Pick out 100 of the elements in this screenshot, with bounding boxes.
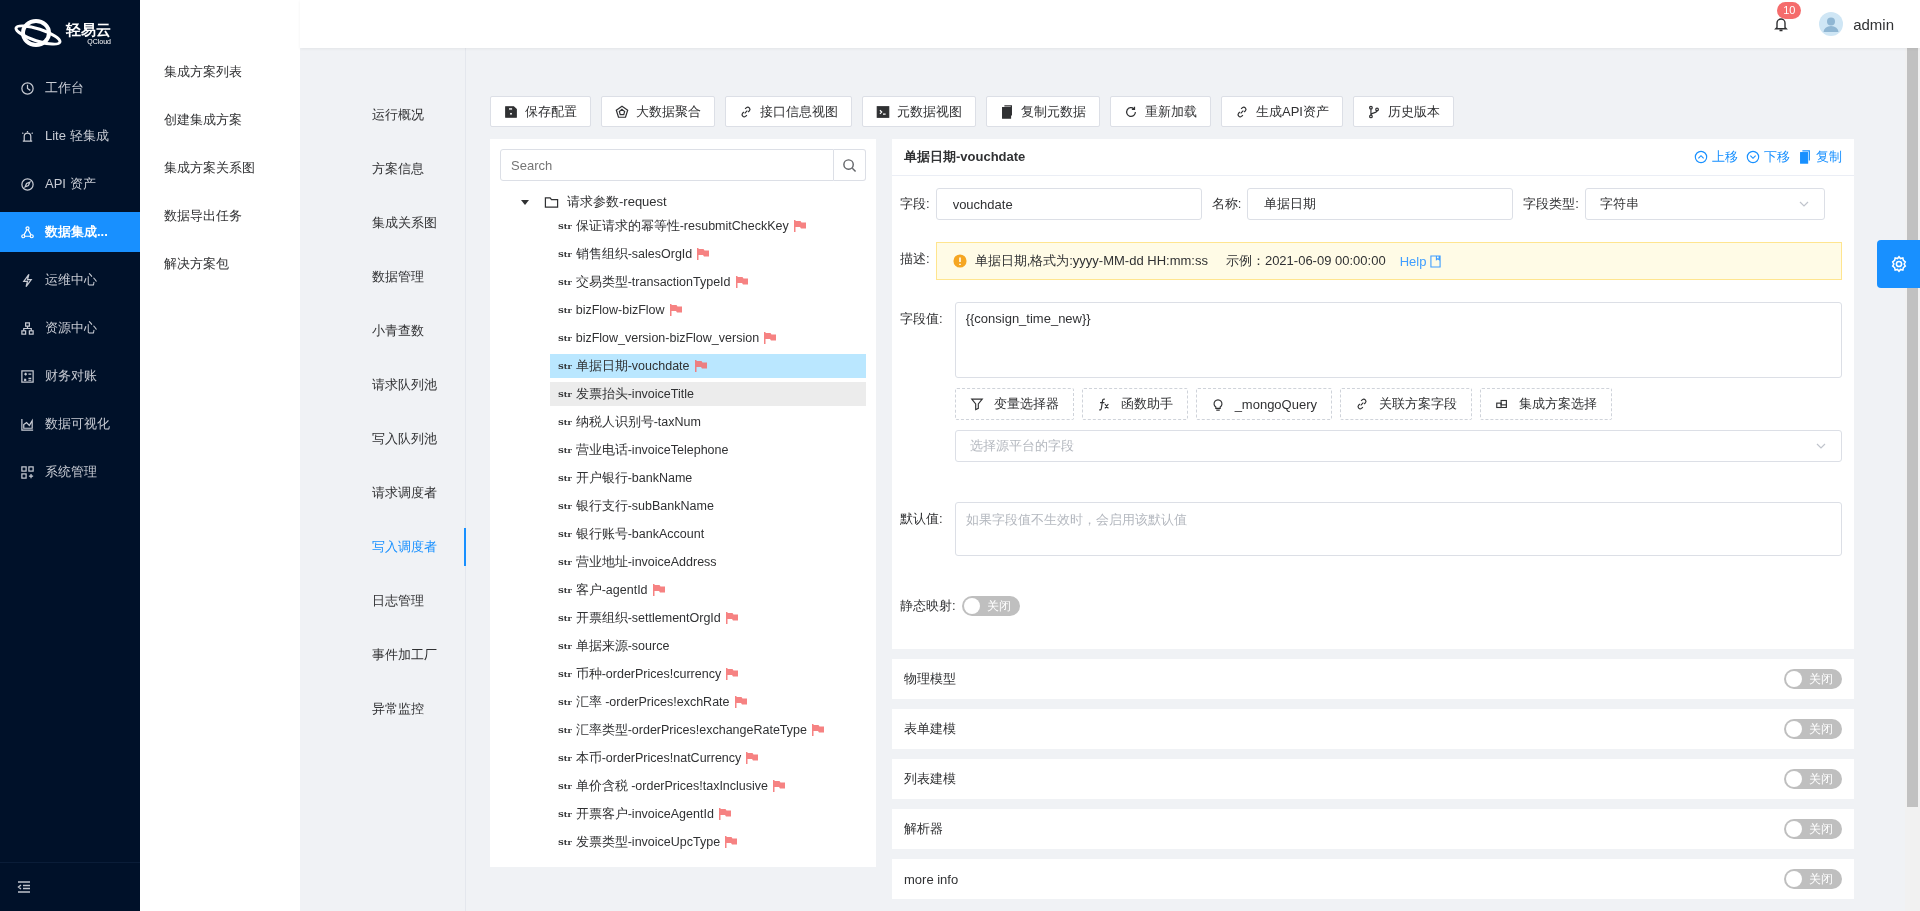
user-name[interactable]: admin xyxy=(1853,15,1894,33)
helper-button[interactable]: 关联方案字段 xyxy=(1340,388,1472,420)
helper-button[interactable]: 函数助手 xyxy=(1081,388,1188,420)
helper-button[interactable]: 集成方案选择 xyxy=(1480,388,1612,420)
toolbar-button[interactable]: 复制元数据 xyxy=(986,96,1100,127)
submenu-item[interactable]: 数据导出任务 xyxy=(140,196,300,244)
value-textarea[interactable]: {{consign_time_new}} xyxy=(954,302,1842,378)
tree-node[interactable]: Str 客户-agentId xyxy=(550,578,866,602)
toolbar-button[interactable]: 历史版本 xyxy=(1352,96,1454,127)
section-bar[interactable]: 列表建模 关闭 xyxy=(892,759,1854,799)
hierarchy-icon xyxy=(20,320,35,336)
name-input[interactable]: 单据日期 xyxy=(1247,188,1514,220)
nav-tab[interactable]: 写入队列池 xyxy=(300,420,466,458)
tree-node[interactable]: Str 汇率类型-orderPrices!exchangeRateType xyxy=(550,718,866,742)
scrollbar[interactable] xyxy=(1905,48,1920,911)
tree-node[interactable]: Str 银行账号-bankAccount xyxy=(550,522,866,546)
tree-node[interactable]: Str 发票类型-invoiceUpcType xyxy=(550,830,866,854)
tree-node[interactable]: Str 银行支行-subBankName xyxy=(550,494,866,518)
submenu-item[interactable]: 集成方案关系图 xyxy=(140,148,300,196)
toolbar-button[interactable]: 重新加载 xyxy=(1110,96,1211,127)
submenu-item[interactable]: 创建集成方案 xyxy=(140,100,300,148)
sidebar-item[interactable]: Lite 轻集成 xyxy=(0,116,140,156)
nav-tab[interactable]: 运行概况 xyxy=(300,96,466,134)
tree-node[interactable]: Str bizFlow-bizFlow xyxy=(550,298,866,322)
nav-tab[interactable]: 请求队列池 xyxy=(300,366,466,404)
tree-node[interactable]: Str 币种-orderPrices!currency xyxy=(550,662,866,686)
search-icon xyxy=(842,157,857,173)
sidebar-item[interactable]: 运维中心 xyxy=(0,260,140,300)
sidebar-item[interactable]: 系统管理 xyxy=(0,452,140,492)
tree-node[interactable]: Str 开户银行-bankName xyxy=(550,466,866,490)
tree-node[interactable]: Str 单价含税 -orderPrices!taxInclusive xyxy=(550,774,866,798)
node-label: 单据来源-source xyxy=(575,637,670,655)
node-label: 开户银行-bankName xyxy=(575,469,693,487)
toolbar-button[interactable]: 接口信息视图 xyxy=(725,96,852,127)
toolbar-button[interactable]: 保存配置 xyxy=(490,96,591,127)
section-bar[interactable]: 解析器 关闭 xyxy=(892,809,1854,849)
copy-icon xyxy=(1798,150,1812,164)
document-icon xyxy=(1430,254,1442,268)
search-button[interactable] xyxy=(834,149,866,181)
scrollbar-thumb[interactable] xyxy=(1907,48,1918,808)
nav-tab[interactable]: 请求调度者 xyxy=(300,474,466,512)
tree-node[interactable]: Str 纳税人识别号-taxNum xyxy=(550,410,866,434)
node-label: 营业地址-invoiceAddress xyxy=(575,553,717,571)
submenu-item[interactable]: 集成方案列表 xyxy=(140,52,300,100)
sidebar-item[interactable]: API 资产 xyxy=(0,164,140,204)
description-text: 单据日期,格式为:yyyy-MM-dd HH:mm:ss xyxy=(974,252,1208,270)
copy-icon xyxy=(1000,104,1014,119)
section-bar[interactable]: more info 关闭 xyxy=(892,859,1854,899)
helper-button[interactable]: 变量选择器 xyxy=(954,388,1074,420)
node-label: 本币-orderPrices!natCurrency xyxy=(575,749,742,767)
caret-down-icon[interactable] xyxy=(520,197,530,207)
tree-node[interactable]: Str 单据日期-vouchdate xyxy=(550,354,866,378)
submenu-item[interactable]: 解决方案包 xyxy=(140,244,300,292)
field-input[interactable]: vouchdate xyxy=(935,188,1202,220)
type-select[interactable]: 字符串 xyxy=(1584,188,1825,220)
collapse-icon[interactable] xyxy=(16,879,32,895)
section-title: 表单建模 xyxy=(904,720,956,738)
folder-icon xyxy=(544,194,559,210)
section-title: 列表建模 xyxy=(904,770,956,788)
nav-tab[interactable]: 事件加工厂 xyxy=(300,636,466,674)
type-tag: Str xyxy=(558,837,572,847)
tree-node[interactable]: Str 保证请求的幂等性-resubmitCheckKey xyxy=(550,214,866,238)
helper-button[interactable]: _mongoQuery xyxy=(1195,388,1332,420)
tree-node[interactable]: Str 营业电话-invoiceTelephone xyxy=(550,438,866,462)
nav-tab[interactable]: 数据管理 xyxy=(300,258,466,296)
sidebar-item[interactable]: 数据可视化 xyxy=(0,404,140,444)
tree-node[interactable]: Str 销售组织-salesOrgId xyxy=(550,242,866,266)
default-textarea[interactable]: 如果字段值不生效时，会启用该默认值 xyxy=(954,502,1842,556)
value-label: 字段值: xyxy=(900,310,943,328)
node-label: 银行账号-bankAccount xyxy=(575,525,705,543)
sidebar-item[interactable]: 财务对账 xyxy=(0,356,140,396)
toolbar-button[interactable]: 大数据聚合 xyxy=(601,96,715,127)
bell-icon[interactable] xyxy=(1773,16,1790,32)
nav-tab[interactable]: 小青查数 xyxy=(300,312,466,350)
nav-tab[interactable]: 异常监控 xyxy=(300,690,466,728)
tree-node[interactable]: Str 营业地址-invoiceAddress xyxy=(550,550,866,574)
nav-tab[interactable]: 集成关系图 xyxy=(300,204,466,242)
avatar-icon[interactable] xyxy=(1819,12,1844,36)
section-bar[interactable]: 物理模型 关闭 xyxy=(892,659,1854,699)
type-tag: Str xyxy=(558,557,572,567)
tree-node[interactable]: Str 交易类型-transactionTypeId xyxy=(550,270,866,294)
up-circle-icon xyxy=(1694,150,1708,164)
tree-node[interactable]: Str bizFlow_version-bizFlow_version xyxy=(550,326,866,350)
settings-button[interactable] xyxy=(1877,240,1920,288)
nav-tab[interactable]: 方案信息 xyxy=(300,150,466,188)
sidebar-item[interactable]: 资源中心 xyxy=(0,308,140,348)
toolbar-button[interactable]: 元数据视图 xyxy=(862,96,976,127)
section-bar[interactable]: 表单建模 关闭 xyxy=(892,709,1854,749)
tree-node[interactable]: Str 单据来源-source xyxy=(550,634,866,658)
toolbar-button[interactable]: 生成API资产 xyxy=(1221,96,1343,127)
tree-node[interactable]: Str 汇率 -orderPrices!exchRate xyxy=(550,690,866,714)
tree-node[interactable]: Str 发票抬头-invoiceTitle xyxy=(550,382,866,406)
tree-node[interactable]: Str 开票组织-settlementOrgId xyxy=(550,606,866,630)
tree-node[interactable]: Str 开票客户-invoiceAgentId xyxy=(550,802,866,826)
nav-tab[interactable]: 日志管理 xyxy=(300,582,466,620)
type-tag: Str xyxy=(558,613,572,623)
tree-node[interactable]: 请求参数-request xyxy=(567,193,667,211)
tree-node[interactable]: Str 本币-orderPrices!natCurrency xyxy=(550,746,866,770)
search-field[interactable]: Search xyxy=(500,149,834,181)
sidebar-item[interactable]: 工作台 xyxy=(0,68,140,108)
